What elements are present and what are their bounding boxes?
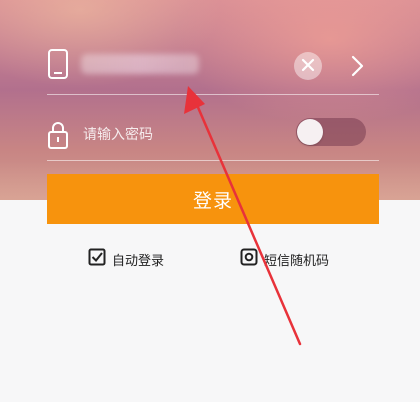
chevron-right-icon [347,55,367,84]
close-icon [301,57,315,76]
toggle-knob [297,119,323,145]
phone-icon [47,48,71,82]
clear-account-button[interactable] [294,52,322,80]
show-password-toggle[interactable] [296,118,366,146]
auto-login-option[interactable]: 自动登录 [88,248,164,270]
header-background [0,0,420,200]
sms-code-option[interactable]: 短信随机码 [240,248,329,270]
password-row [47,108,379,161]
lock-icon [47,120,69,150]
checkbox-checked-icon[interactable] [88,248,106,270]
password-input[interactable] [83,122,263,148]
login-button[interactable]: 登录 [47,174,379,224]
account-list-button[interactable] [347,52,367,80]
sms-code-label: 短信随机码 [264,253,330,269]
account-row [47,42,379,95]
account-field[interactable] [81,54,199,74]
auto-login-label: 自动登录 [112,253,165,269]
camera-icon [240,248,258,270]
